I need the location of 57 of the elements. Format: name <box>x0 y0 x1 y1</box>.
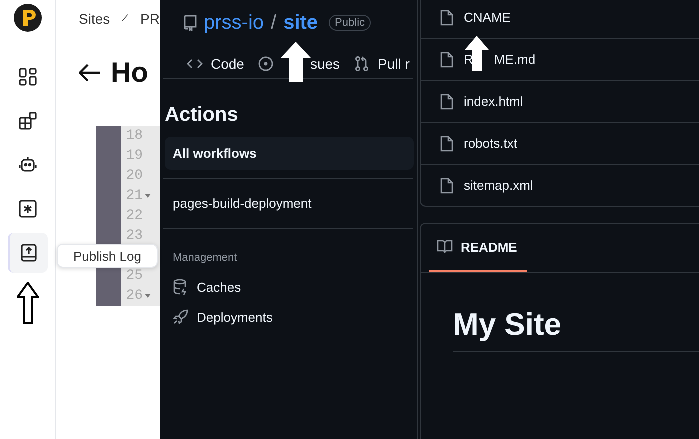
repo-tab[interactable]: Pull r <box>354 56 410 72</box>
file-name-link[interactable]: robots.txt <box>464 136 518 151</box>
file-name-link[interactable]: sitemap.xml <box>464 178 534 193</box>
logo-icon[interactable] <box>14 4 42 32</box>
back-arrow-icon[interactable] <box>79 64 101 82</box>
file-name-link[interactable]: index.html <box>464 94 524 109</box>
file-name-link[interactable]: R <box>464 52 474 67</box>
pull-request-icon <box>354 56 370 72</box>
repo-tab[interactable]: Code <box>187 56 244 72</box>
line-number: 18 <box>126 129 144 143</box>
line-number: 25 <box>126 269 144 283</box>
readme-tab[interactable]: README <box>429 224 528 272</box>
book-icon <box>437 240 453 254</box>
annotation-arrow <box>281 42 311 82</box>
fold-caret-icon[interactable] <box>145 294 152 298</box>
tooltip: Publish Log <box>57 244 158 268</box>
line-number: 23 <box>126 229 144 243</box>
section-title: Actions <box>165 104 240 127</box>
upload-book-icon <box>20 244 38 262</box>
line-number: 21 <box>126 189 144 203</box>
annotation-arrow <box>465 36 489 71</box>
section-heading: Management <box>173 252 238 264</box>
file-icon <box>440 136 454 152</box>
asterisk-icon <box>18 200 36 218</box>
repo-tab[interactable]: sues <box>258 56 340 72</box>
repo-name-link[interactable]: site <box>284 12 318 34</box>
menu-item[interactable]: Deployments <box>173 302 417 332</box>
file-name-link[interactable]: CNAME <box>464 10 511 25</box>
file-icon <box>440 10 454 26</box>
blocks-icon <box>18 112 36 130</box>
workflow-item[interactable]: pages-build-deployment <box>165 187 414 220</box>
breadcrumb-link[interactable]: PR <box>140 11 160 27</box>
file-icon <box>440 94 454 110</box>
dashboard-icon <box>18 68 36 86</box>
line-number: 19 <box>126 149 144 163</box>
robot-icon <box>18 156 36 174</box>
file-name-link[interactable]: ME.md <box>494 52 536 67</box>
rocket-icon <box>173 309 189 325</box>
page-title: Ho <box>111 57 148 89</box>
line-number: 22 <box>126 209 144 223</box>
menu-item[interactable]: Caches <box>173 272 417 302</box>
visibility-label: Public <box>329 15 372 31</box>
repo-owner-link[interactable]: prss-io <box>204 12 264 34</box>
line-number: 26 <box>126 289 144 303</box>
file-icon <box>440 52 454 68</box>
workflow-item[interactable]: All workflows <box>165 137 414 170</box>
line-number: 20 <box>126 169 144 183</box>
file-icon <box>440 178 454 194</box>
fold-caret-icon[interactable] <box>145 194 152 198</box>
database-icon <box>173 279 189 295</box>
repo-icon <box>183 15 197 31</box>
breadcrumb-link[interactable]: Sites <box>79 11 110 27</box>
path-separator: / <box>271 12 277 34</box>
sidebar-item[interactable] <box>8 233 48 273</box>
annotation-arrow <box>16 282 38 324</box>
issue-icon <box>258 56 274 72</box>
readme-heading: My Site <box>453 307 699 352</box>
